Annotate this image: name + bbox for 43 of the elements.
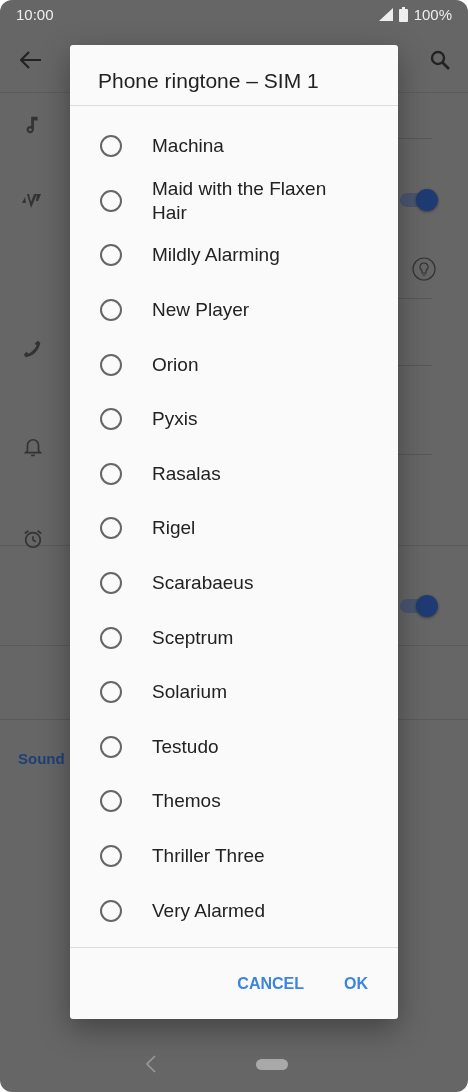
- bell-icon: [22, 437, 44, 459]
- radio-button[interactable]: [100, 681, 122, 704]
- radio-button[interactable]: [100, 299, 122, 322]
- ringtone-option[interactable]: Very Alarmed: [70, 883, 398, 938]
- section-header: Sound: [18, 750, 65, 767]
- ringtone-option[interactable]: Mildly Alarming: [70, 228, 398, 283]
- radio-button[interactable]: [100, 790, 122, 813]
- ringtone-option[interactable]: New Player: [70, 282, 398, 338]
- ringtone-option[interactable]: Rigel: [70, 501, 398, 556]
- ringtone-option[interactable]: Orion: [70, 337, 398, 392]
- home-button[interactable]: [256, 1058, 288, 1070]
- radio-button[interactable]: [100, 189, 122, 212]
- ringtone-option[interactable]: Pyxis: [70, 391, 398, 447]
- radio-button[interactable]: [100, 353, 122, 376]
- radio-button[interactable]: [100, 408, 122, 431]
- ringtone-option[interactable]: Rasalas: [70, 446, 398, 502]
- clock: 10:00: [16, 5, 54, 23]
- back-arrow-icon[interactable]: [20, 51, 42, 69]
- radio-button[interactable]: [100, 899, 122, 922]
- ringtone-option[interactable]: Testudo: [70, 719, 398, 775]
- radio-button[interactable]: [100, 735, 122, 758]
- radio-button[interactable]: [100, 517, 122, 540]
- alarm-clock-icon: [22, 528, 44, 550]
- radio-button[interactable]: [100, 462, 122, 485]
- radio-button[interactable]: [100, 135, 122, 158]
- radio-button[interactable]: [100, 845, 122, 867]
- ringtone-option[interactable]: Machina: [70, 119, 398, 174]
- signal-icon: [378, 7, 393, 21]
- cancel-button[interactable]: CANCEL: [225, 966, 316, 1001]
- ringtone-option[interactable]: Thriller Three: [70, 828, 398, 884]
- battery-icon: [398, 6, 408, 22]
- battery-percentage: 100%: [413, 5, 452, 23]
- ringtone-option[interactable]: Maid with the Flaxen Hair: [70, 173, 398, 229]
- radio-button[interactable]: [100, 244, 122, 267]
- radio-button[interactable]: [100, 572, 122, 595]
- ringtone-option[interactable]: Themos: [70, 774, 398, 829]
- ringtone-option[interactable]: Solarium: [70, 664, 398, 720]
- radio-button[interactable]: [100, 626, 122, 649]
- ringtone-option[interactable]: Scarabaeus: [70, 555, 398, 611]
- dialog-title: Phone ringtone – SIM 1: [70, 45, 398, 106]
- ringtone-option[interactable]: Sceptrum: [70, 610, 398, 665]
- search-icon[interactable]: [430, 50, 450, 70]
- ok-button[interactable]: OK: [332, 966, 380, 1001]
